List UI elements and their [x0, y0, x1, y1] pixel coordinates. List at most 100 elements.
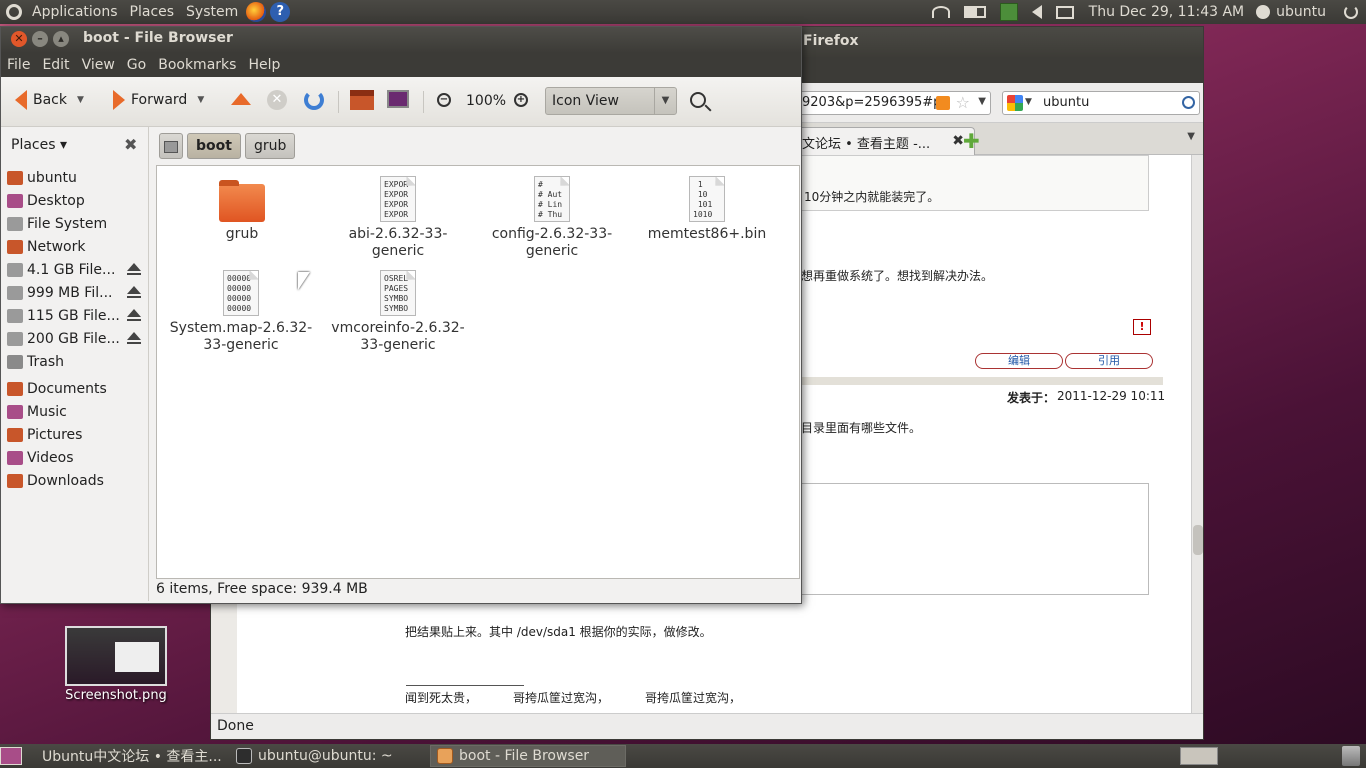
- rss-icon[interactable]: [936, 96, 950, 110]
- up-button[interactable]: [231, 93, 251, 105]
- file-item-memtest[interactable]: 1 10 101 1010 memtest86+.bin: [632, 176, 782, 243]
- sidebar-item-videos[interactable]: Videos: [7, 447, 143, 469]
- system-menu[interactable]: System: [180, 4, 244, 20]
- sidebar-item-200-gb-file[interactable]: 200 GB File...: [7, 328, 143, 350]
- maximize-window-button[interactable]: ▴: [53, 31, 69, 47]
- close-window-button[interactable]: ✕: [11, 31, 27, 47]
- search-icon[interactable]: [1182, 96, 1195, 109]
- user-menu[interactable]: ubuntu: [1270, 4, 1332, 20]
- close-sidebar-icon[interactable]: ✖: [124, 135, 137, 154]
- menu-edit[interactable]: Edit: [36, 57, 75, 73]
- menu-go[interactable]: Go: [121, 57, 152, 73]
- forward-history-dropdown-icon[interactable]: ▼: [197, 95, 204, 105]
- vertical-scrollbar[interactable]: [1191, 155, 1203, 713]
- sidebar-item-music[interactable]: Music: [7, 401, 143, 423]
- ubuntu-logo-icon[interactable]: [6, 4, 22, 20]
- search-icon[interactable]: [690, 92, 706, 108]
- wifi-icon[interactable]: [931, 6, 950, 18]
- computer-button[interactable]: [387, 90, 409, 108]
- stop-button[interactable]: ✕: [267, 90, 287, 110]
- google-icon[interactable]: [1007, 95, 1023, 111]
- show-desktop-button[interactable]: [0, 747, 22, 765]
- back-button[interactable]: Back ▼: [15, 90, 84, 110]
- back-history-dropdown-icon[interactable]: ▼: [77, 95, 84, 105]
- zoom-out-button[interactable]: −: [437, 93, 451, 107]
- menu-bookmarks[interactable]: Bookmarks: [152, 57, 242, 73]
- sidebar-item-trash[interactable]: Trash: [7, 351, 143, 373]
- path-root-button[interactable]: [159, 133, 183, 159]
- mail-icon[interactable]: [1055, 5, 1074, 19]
- battery-icon[interactable]: [963, 6, 986, 18]
- forward-button[interactable]: Forward ▼: [113, 90, 204, 110]
- eject-icon[interactable]: [127, 286, 141, 298]
- search-engine-dropdown-icon[interactable]: ▼: [1025, 97, 1032, 107]
- icon-view[interactable]: grub EXPOR EXPOR EXPOR EXPOR abi-2.6.32-…: [156, 165, 800, 579]
- applications-menu[interactable]: Applications: [26, 4, 124, 20]
- eject-icon[interactable]: [127, 332, 141, 344]
- url-text: 9203&p=2596395#p: [802, 95, 942, 110]
- sidebar-item-4-1-gb-file[interactable]: 4.1 GB File...: [7, 259, 143, 281]
- home-button[interactable]: [350, 90, 374, 110]
- sidebar-item-file-system[interactable]: File System: [7, 213, 143, 235]
- file-browser-titlebar[interactable]: ✕ – ▴ boot - File Browser: [1, 27, 801, 53]
- taskbar-item-file-browser[interactable]: boot - File Browser: [430, 745, 626, 767]
- file-item-config[interactable]: # # Aut # Lin # Thu config-2.6.32-33- ge…: [477, 176, 627, 260]
- search-input[interactable]: ubuntu: [1043, 95, 1089, 110]
- sidebar-item-network[interactable]: Network: [7, 236, 143, 258]
- quote-post-button[interactable]: 引用: [1065, 353, 1153, 369]
- sidebar-item-label: 200 GB File...: [27, 331, 120, 347]
- menu-file[interactable]: File: [1, 57, 36, 73]
- user-icon[interactable]: [1256, 5, 1271, 19]
- sidebar-item-115-gb-file[interactable]: 115 GB File...: [7, 305, 143, 327]
- path-button-grub[interactable]: grub: [244, 133, 296, 159]
- sidebar-item-label: Music: [27, 404, 67, 420]
- file-item-vmcoreinfo[interactable]: OSREL PAGES SYMBO SYMBO vmcoreinfo-2.6.3…: [323, 270, 473, 354]
- menu-view[interactable]: View: [76, 57, 121, 73]
- help-launcher-icon[interactable]: ?: [270, 2, 291, 22]
- new-tab-icon[interactable]: ✚: [963, 129, 980, 153]
- sidebar-item-desktop[interactable]: Desktop: [7, 190, 143, 212]
- sidebar-item-documents[interactable]: Documents: [7, 378, 143, 400]
- tab-list-icon[interactable]: ▼: [1187, 131, 1195, 142]
- file-browser-window[interactable]: ✕ – ▴ boot - File Browser File Edit View…: [0, 26, 802, 604]
- workspace-switcher[interactable]: [1180, 747, 1218, 765]
- places-sidebar: Places ▾ ✖ ubuntu Desktop File System Netwo…: [1, 127, 149, 601]
- report-post-icon[interactable]: !: [1133, 319, 1151, 335]
- drive-icon: [164, 141, 178, 153]
- minimize-window-button[interactable]: –: [32, 31, 48, 47]
- sidebar-item-pictures[interactable]: Pictures: [7, 424, 143, 446]
- place-icon: [7, 382, 23, 396]
- sidebar-item-downloads[interactable]: Downloads: [7, 470, 143, 492]
- sidebar-header[interactable]: Places ▾: [11, 137, 67, 153]
- chevron-down-icon: ▼: [654, 88, 676, 114]
- reload-button[interactable]: [304, 90, 324, 110]
- place-icon: [7, 194, 23, 208]
- eject-icon[interactable]: [127, 263, 141, 275]
- edit-post-button[interactable]: 编辑: [975, 353, 1063, 369]
- firefox-launcher-icon[interactable]: [246, 2, 267, 22]
- desktop-file-screenshot[interactable]: Screenshot.png: [58, 626, 174, 703]
- clock[interactable]: Thu Dec 29, 11:43 AM: [1089, 4, 1244, 20]
- zoom-level[interactable]: 100%: [466, 93, 506, 109]
- taskbar-item-terminal[interactable]: ubuntu@ubuntu: ~: [230, 745, 426, 767]
- bookmark-star-icon[interactable]: ☆: [956, 93, 970, 112]
- sidebar-item-999-mb-fil[interactable]: 999 MB Fil...: [7, 282, 143, 304]
- trash-icon[interactable]: [1342, 746, 1360, 766]
- url-dropdown-icon[interactable]: ▼: [978, 96, 986, 107]
- menu-help[interactable]: Help: [242, 57, 286, 73]
- volume-icon[interactable]: [1031, 5, 1042, 19]
- file-item-grub[interactable]: grub: [167, 176, 317, 243]
- search-box[interactable]: ▼ ubuntu: [1002, 91, 1200, 115]
- file-item-system-map[interactable]: 00000 00000 00000 00000 System.map-2.6.3…: [166, 270, 316, 354]
- scrollbar-thumb[interactable]: [1193, 525, 1203, 555]
- view-mode-select[interactable]: Icon View ▼: [545, 87, 677, 115]
- places-menu[interactable]: Places: [124, 4, 181, 20]
- power-icon[interactable]: [1344, 5, 1358, 19]
- sidebar-item-ubuntu[interactable]: ubuntu: [7, 167, 143, 189]
- zoom-in-button[interactable]: +: [514, 93, 528, 107]
- update-notifier-icon[interactable]: [999, 3, 1018, 21]
- path-button-boot[interactable]: boot: [187, 133, 241, 159]
- taskbar-item-firefox[interactable]: Ubuntu中文论坛 • 查看主...: [30, 745, 226, 767]
- eject-icon[interactable]: [127, 309, 141, 321]
- file-item-abi[interactable]: EXPOR EXPOR EXPOR EXPOR abi-2.6.32-33- g…: [323, 176, 473, 260]
